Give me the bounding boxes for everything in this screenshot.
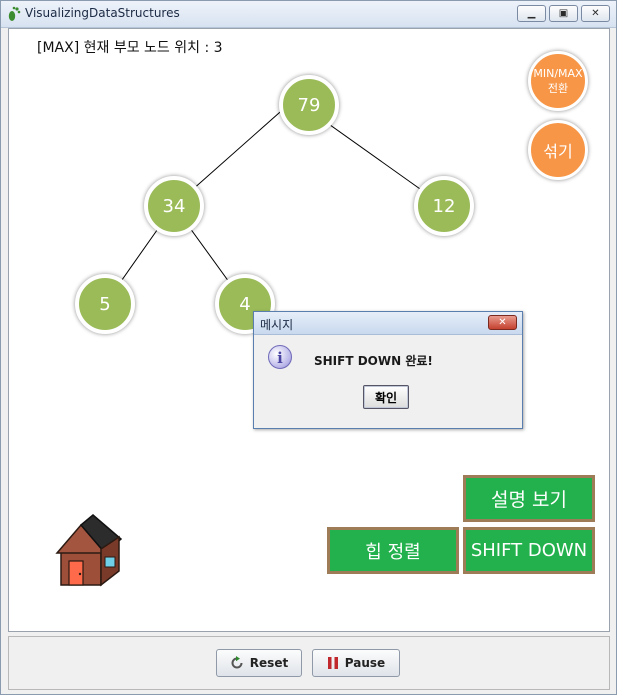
min-max-toggle-button[interactable]: MIN/MAX 전환 — [528, 51, 588, 111]
maximize-button[interactable]: ▣ — [549, 5, 578, 22]
window-title: VisualizingDataStructures — [25, 6, 180, 20]
pause-icon — [327, 657, 338, 669]
minimize-icon: ▁ — [527, 8, 536, 19]
pause-label: Pause — [344, 656, 386, 670]
info-icon: i — [268, 345, 292, 369]
minimize-button[interactable]: ▁ — [517, 5, 546, 22]
close-icon: ✕ — [591, 8, 600, 19]
reset-label: Reset — [249, 656, 289, 670]
toggle-label-line1: MIN/MAX — [533, 67, 583, 80]
pause-button[interactable]: Pause — [312, 649, 400, 677]
control-panel: Reset Pause — [8, 636, 610, 690]
ok-button[interactable]: 확인 — [363, 385, 409, 409]
maximize-icon: ▣ — [558, 8, 569, 19]
tree-node: 34 — [144, 176, 204, 236]
tree-node: 5 — [75, 274, 135, 334]
toggle-label-line2: 전환 — [547, 82, 569, 95]
dialog-title: 메시지 — [260, 318, 294, 332]
shuffle-button[interactable]: 섞기 — [528, 120, 588, 180]
dialog-title-bar[interactable]: 메시지 ✕ — [254, 312, 522, 335]
reset-button[interactable]: Reset — [216, 649, 302, 677]
tree-node: 12 — [414, 176, 474, 236]
explain-button[interactable]: 설명 보기 — [463, 475, 595, 522]
dialog-close-button[interactable]: ✕ — [488, 315, 517, 330]
home-icon[interactable] — [53, 513, 123, 587]
app-footprint-icon — [8, 6, 21, 21]
message-dialog: 메시지 ✕ i SHIFT DOWN 완료! 확인 — [253, 311, 523, 429]
close-button[interactable]: ✕ — [581, 5, 610, 22]
reset-icon — [231, 656, 243, 669]
tree-node: 79 — [279, 75, 339, 135]
heap-sort-button[interactable]: 힙 정렬 — [327, 527, 459, 574]
shift-down-button[interactable]: SHIFT DOWN — [463, 527, 595, 574]
dialog-message: SHIFT DOWN 완료! — [314, 354, 433, 368]
title-bar[interactable]: VisualizingDataStructures ▁ ▣ ✕ — [1, 1, 616, 28]
